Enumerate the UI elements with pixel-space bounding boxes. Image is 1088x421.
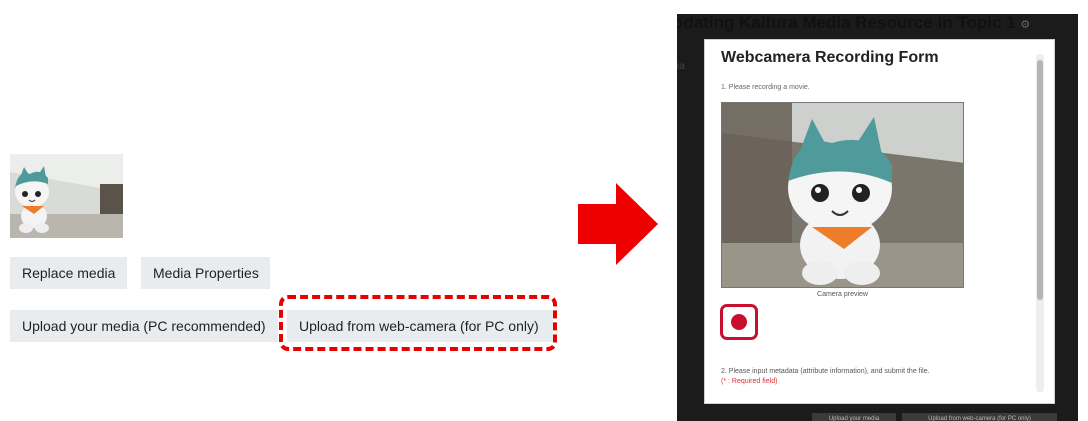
step1-instruction: 1. Please recording a movie. bbox=[721, 84, 810, 91]
media-properties-button[interactable]: Media Properties bbox=[141, 257, 270, 289]
record-icon bbox=[731, 314, 747, 330]
bottom-upload-media-button[interactable]: Upload your media bbox=[812, 413, 896, 421]
replace-media-button[interactable]: Replace media bbox=[10, 257, 127, 289]
step2-instruction: 2. Please input metadata (attribute info… bbox=[721, 368, 930, 375]
webcam-button-highlight bbox=[279, 295, 557, 351]
required-note: (* : Required field) bbox=[721, 378, 778, 385]
camera-preview bbox=[721, 102, 964, 288]
modal-title: Webcamera Recording Form bbox=[721, 49, 939, 66]
page-heading: odating Kaltura Media Resource in Topic … bbox=[677, 14, 1031, 32]
scrollbar-thumb[interactable] bbox=[1037, 60, 1043, 300]
right-arrow-icon bbox=[578, 183, 658, 265]
upload-media-button[interactable]: Upload your media (PC recommended) bbox=[10, 310, 278, 342]
preview-caption: Camera preview bbox=[817, 291, 868, 298]
record-button[interactable] bbox=[720, 304, 758, 340]
bottom-upload-webcam-button[interactable]: Upload from web-camera (for PC only) bbox=[902, 413, 1057, 421]
recording-modal: Webcamera Recording Form 1. Please recor… bbox=[704, 39, 1055, 404]
side-label: ia bbox=[677, 61, 685, 72]
webcam-form-screenshot: odating Kaltura Media Resource in Topic … bbox=[677, 14, 1078, 421]
edit-icon: ⚙ bbox=[1020, 19, 1031, 31]
modal-scrollbar[interactable] bbox=[1036, 54, 1044, 392]
media-thumbnail bbox=[10, 154, 123, 238]
